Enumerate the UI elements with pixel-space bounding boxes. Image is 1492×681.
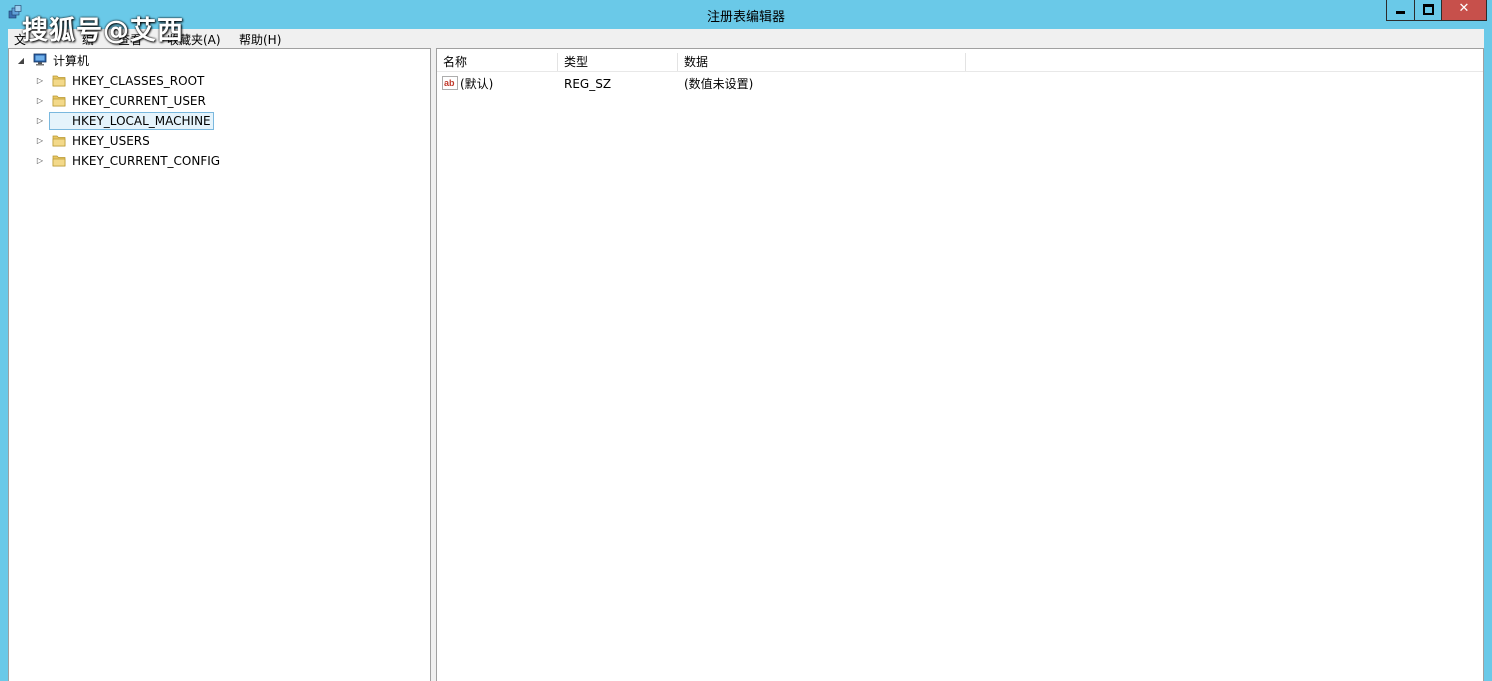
key-tree[interactable]: ◢ 计算机 ▷ HKEY_CLASSES_ROOT ▷ HKEY_CURRENT… bbox=[8, 48, 431, 681]
tree-node-label: HKEY_USERS bbox=[72, 134, 150, 148]
menu-bar: 文 编 查看 收藏夹(A) 帮助(H) bbox=[8, 29, 1484, 48]
string-value-icon: ab bbox=[442, 76, 458, 90]
collapse-arrow-icon[interactable]: ◢ bbox=[17, 52, 25, 70]
close-button[interactable]: ✕ bbox=[1441, 0, 1487, 21]
watermark: 搜狐号@艾西 bbox=[22, 16, 185, 46]
tree-node-hkey-classes-root[interactable]: ▷ HKEY_CLASSES_ROOT bbox=[36, 72, 276, 90]
expand-arrow-icon[interactable]: ▷ bbox=[36, 152, 44, 170]
tree-node-label: HKEY_CURRENT_CONFIG bbox=[72, 154, 221, 168]
folder-icon bbox=[52, 155, 66, 167]
computer-icon bbox=[33, 53, 47, 66]
folder-icon bbox=[52, 135, 66, 147]
expand-arrow-icon[interactable]: ▷ bbox=[36, 92, 44, 110]
expand-arrow-icon[interactable]: ▷ bbox=[36, 72, 44, 90]
tree-node-hkey-current-config[interactable]: ▷ HKEY_CURRENT_CONFIG bbox=[36, 152, 276, 170]
value-name: (默认) bbox=[460, 77, 494, 91]
tree-node-hkey-current-user[interactable]: ▷ HKEY_CURRENT_USER bbox=[36, 92, 276, 110]
svg-text:ab: ab bbox=[444, 78, 455, 88]
maximize-icon bbox=[1423, 4, 1434, 15]
values-list[interactable]: 名称 类型 数据 ab (默认) REG_SZ (数值未设置) bbox=[436, 48, 1484, 681]
title-bar[interactable]: 注册表编辑器 ✕ bbox=[0, 0, 1492, 29]
close-icon: ✕ bbox=[1458, 1, 1470, 16]
value-data: (数值未设置) bbox=[684, 77, 754, 91]
menu-help[interactable]: 帮助(H) bbox=[239, 31, 281, 48]
folder-icon bbox=[52, 95, 66, 107]
column-header-data[interactable]: 数据 bbox=[678, 53, 966, 71]
tree-node-hkey-local-machine[interactable]: ▷ HKEY_LOCAL_MACHINE bbox=[36, 112, 276, 130]
tree-node-label: HKEY_CURRENT_USER bbox=[72, 94, 206, 108]
value-type: REG_SZ bbox=[564, 77, 612, 91]
tree-node-hkey-users[interactable]: ▷ HKEY_USERS bbox=[36, 132, 276, 150]
window-title: 注册表编辑器 bbox=[706, 10, 785, 25]
tree-node-label: HKEY_LOCAL_MACHINE bbox=[49, 112, 214, 130]
column-header-type[interactable]: 类型 bbox=[558, 53, 678, 71]
column-header-row: 名称 类型 数据 bbox=[437, 49, 1483, 72]
folder-icon bbox=[52, 75, 66, 87]
column-header-name[interactable]: 名称 bbox=[437, 53, 558, 71]
minimize-button[interactable] bbox=[1386, 0, 1415, 21]
maximize-button[interactable] bbox=[1414, 0, 1442, 21]
expand-arrow-icon[interactable]: ▷ bbox=[36, 112, 44, 130]
tree-root-computer[interactable]: ◢ 计算机 bbox=[17, 52, 217, 70]
tree-node-label: HKEY_CLASSES_ROOT bbox=[72, 74, 205, 88]
minimize-icon bbox=[1396, 11, 1405, 14]
expand-arrow-icon[interactable]: ▷ bbox=[36, 132, 44, 150]
tree-root-label: 计算机 bbox=[53, 54, 90, 68]
